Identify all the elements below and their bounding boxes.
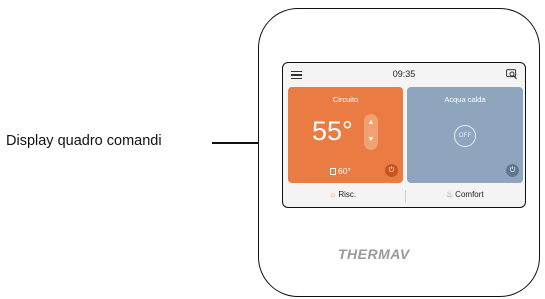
comfort-icon: ♨ <box>446 190 454 199</box>
heating-panel-title: Circuito <box>332 95 359 104</box>
comfort-mode-label: Comfort <box>455 190 484 199</box>
chevron-up-icon[interactable]: ▲ <box>364 119 378 126</box>
setpoint-icon <box>330 168 336 175</box>
water-panel-title: Acqua calda <box>444 95 486 104</box>
water-power-button[interactable]: ⏻ <box>506 164 519 177</box>
heating-circuit-panel[interactable]: Circuito 55° ▲ ▼ 60° ⏻ <box>288 87 403 183</box>
setpoint-value: 60° <box>338 166 351 176</box>
display-bottom-bar: ☼ Risc. ♨ Comfort <box>283 185 525 207</box>
heating-temperature: 55° <box>312 116 353 146</box>
control-panel-display: 09:35 Circuito 55° ▲ ▼ 60° ⏻ Acqua calda… <box>282 62 526 208</box>
chevron-down-icon[interactable]: ▼ <box>364 136 378 143</box>
brand-logo: THERMAV <box>338 246 410 262</box>
heating-mode-label: Risc. <box>338 190 357 199</box>
callout-label: Display quadro comandi <box>6 133 162 149</box>
search-icon[interactable] <box>506 69 518 80</box>
comfort-mode-button[interactable]: ♨ Comfort <box>446 190 484 199</box>
heating-setpoint: 60° <box>330 166 351 176</box>
sun-icon: ☼ <box>329 190 337 199</box>
hot-water-panel[interactable]: Acqua calda OFF ⏻ <box>407 87 523 183</box>
water-off-toggle[interactable]: OFF <box>454 125 476 147</box>
temperature-stepper[interactable]: ▲ ▼ <box>364 114 378 150</box>
heating-power-button[interactable]: ⏻ <box>385 164 398 177</box>
display-top-bar: 09:35 <box>283 63 525 87</box>
clock-time: 09:35 <box>392 69 416 79</box>
bottom-divider <box>405 190 406 203</box>
heating-mode-button[interactable]: ☼ Risc. <box>329 190 356 199</box>
